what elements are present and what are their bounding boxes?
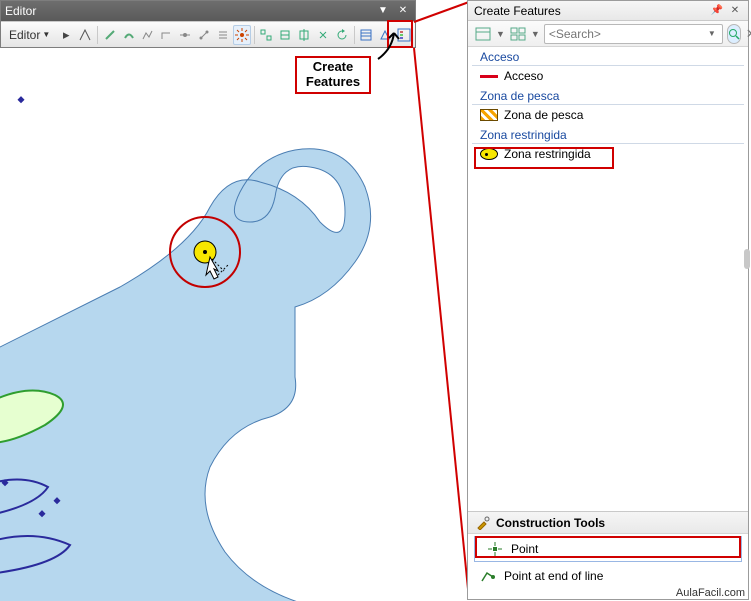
clear-search-icon[interactable]: ✕ xyxy=(745,24,751,44)
template-label: Acceso xyxy=(504,69,543,83)
create-features-btn[interactable] xyxy=(395,25,413,45)
line-end-icon xyxy=(480,568,496,584)
create-features-titlebar: Create Features 📌 ✕ xyxy=(468,1,748,21)
editor-menu-label: Editor xyxy=(9,28,40,42)
template-label: Zona restringida xyxy=(504,147,591,161)
create-features-panel: Create Features 📌 ✕ ▼ ▼ ▼ ✕ Acceso Acces… xyxy=(467,0,749,600)
polygon-swatch-icon xyxy=(480,109,498,121)
midpoint[interactable] xyxy=(176,25,194,45)
editor-toolbar: Editor ▼ ▸ xyxy=(1,21,415,47)
template-label: Zona de pesca xyxy=(504,108,583,122)
search-input[interactable] xyxy=(547,26,706,42)
endpoint[interactable] xyxy=(195,25,213,45)
construction-tools-title: Construction Tools xyxy=(468,512,748,534)
arc-segment[interactable] xyxy=(120,25,138,45)
reshape[interactable] xyxy=(276,25,294,45)
templates-list: Acceso Acceso Zona de pesca Zona de pesc… xyxy=(468,47,748,511)
separator xyxy=(354,26,355,44)
group-header-restringida: Zona restringida xyxy=(472,125,744,144)
construction-tools-label: Construction Tools xyxy=(496,516,605,530)
group-header-pesca: Zona de pesca xyxy=(472,86,744,105)
edit-tool[interactable]: ▸ xyxy=(57,25,75,45)
edit-vertices[interactable] xyxy=(257,25,275,45)
separator xyxy=(97,26,98,44)
caret-down-icon: ▼ xyxy=(42,30,50,39)
map-canvas[interactable] xyxy=(0,47,420,601)
distance-distance[interactable] xyxy=(214,25,232,45)
editor-panel: Editor ▼ ✕ Editor ▼ ▸ xyxy=(0,0,416,48)
construction-tools-section: Construction Tools Point Point at end of… xyxy=(468,511,748,599)
tools-icon xyxy=(476,516,490,530)
line-swatch-icon xyxy=(480,75,498,78)
straight-segment[interactable] xyxy=(101,25,119,45)
separator xyxy=(254,26,255,44)
editor-menu-button[interactable]: Editor ▼ xyxy=(3,25,56,45)
group-header-acceso: Acceso xyxy=(472,47,744,66)
editor-titlebar: Editor ▼ ✕ xyxy=(1,1,415,21)
construction-tool-label: Point xyxy=(511,542,538,556)
construction-tool-point-end-line[interactable]: Point at end of line xyxy=(468,564,748,588)
callout-text: Create Features xyxy=(297,60,369,90)
right-angle[interactable] xyxy=(157,25,175,45)
caret-down-icon[interactable]: ▼ xyxy=(706,29,718,38)
watermark: AulaFacil.com xyxy=(676,587,745,599)
editor-close-icon[interactable]: ✕ xyxy=(395,4,411,18)
filter-templates-icon[interactable] xyxy=(509,24,527,44)
split-tool[interactable] xyxy=(314,25,332,45)
construction-tool-label: Point at end of line xyxy=(504,569,603,583)
editor-dropdown-icon[interactable]: ▼ xyxy=(375,4,391,18)
scrollbar-thumb[interactable] xyxy=(744,249,750,269)
template-zona-pesca[interactable]: Zona de pesca xyxy=(472,105,744,125)
caret-down-icon[interactable]: ▼ xyxy=(531,29,540,39)
sketch-props[interactable] xyxy=(376,25,394,45)
rotate-tool[interactable] xyxy=(333,25,351,45)
caret-down-icon[interactable]: ▼ xyxy=(496,29,505,39)
editor-title: Editor xyxy=(5,4,36,18)
trace[interactable] xyxy=(139,25,157,45)
create-features-toolbar: ▼ ▼ ▼ ✕ xyxy=(468,21,748,47)
construction-tool-point[interactable]: Point xyxy=(474,536,742,562)
organize-templates-icon[interactable] xyxy=(474,24,492,44)
create-features-title: Create Features xyxy=(474,4,561,18)
callout-create-features: Create Features xyxy=(295,56,371,94)
point-swatch-icon xyxy=(480,148,498,160)
close-icon[interactable]: ✕ xyxy=(728,5,742,16)
edit-annotation[interactable] xyxy=(76,25,94,45)
search-icon[interactable] xyxy=(727,24,741,44)
pin-icon[interactable]: 📌 xyxy=(710,5,724,16)
attributes[interactable] xyxy=(358,25,376,45)
template-acceso[interactable]: Acceso xyxy=(472,66,744,86)
template-search[interactable]: ▼ xyxy=(544,24,723,44)
point-icon xyxy=(487,541,503,557)
cut-polygons[interactable] xyxy=(295,25,313,45)
template-zona-restringida[interactable]: Zona restringida xyxy=(472,144,744,164)
point-tool[interactable] xyxy=(233,25,251,45)
